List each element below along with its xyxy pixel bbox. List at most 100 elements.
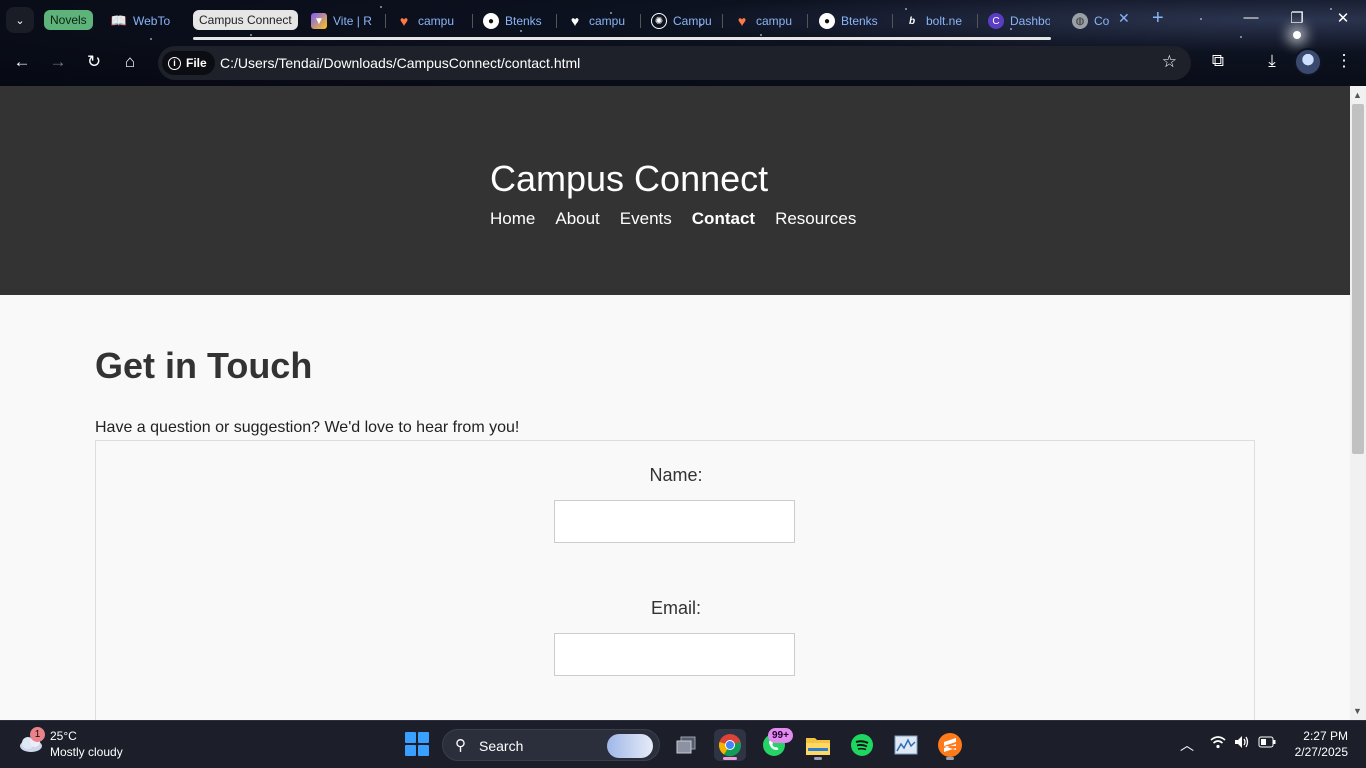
close-tab-icon[interactable]: ✕ bbox=[1118, 10, 1130, 27]
running-indicator bbox=[946, 757, 954, 760]
scheme-label: File bbox=[186, 56, 207, 70]
back-button[interactable]: ← bbox=[11, 52, 33, 72]
weather-alert-badge: 1 bbox=[30, 727, 45, 742]
browser-toolbar: ← → ↻ ⌂ i File C:/Users/Tendai/Downloads… bbox=[0, 44, 1366, 82]
tab-separator bbox=[556, 14, 557, 28]
tab-github-2[interactable]: ● Btenks bbox=[819, 10, 881, 32]
tab-separator bbox=[640, 14, 641, 28]
chrome-icon bbox=[718, 734, 742, 757]
tab-separator bbox=[385, 14, 386, 28]
page-title: Get in Touch bbox=[95, 345, 313, 386]
menu-icon[interactable]: ⋮ bbox=[1332, 51, 1356, 71]
windows-logo-icon bbox=[405, 732, 416, 743]
tab-vite[interactable]: ▼ Vite | R bbox=[311, 10, 377, 32]
tab-group-campus-connect[interactable]: Campus Connect bbox=[193, 10, 298, 30]
minimize-button[interactable]: — bbox=[1241, 9, 1261, 26]
scroll-up-arrow-icon[interactable]: ▲ bbox=[1353, 90, 1362, 100]
site-title: Campus Connect bbox=[490, 158, 769, 199]
task-view-button[interactable] bbox=[670, 729, 702, 761]
nav-home[interactable]: Home bbox=[490, 209, 535, 229]
extensions-icon[interactable]: ⧉ bbox=[1206, 51, 1230, 71]
tab-title: Dashbo bbox=[1010, 14, 1050, 28]
tab-title: Btenks bbox=[505, 14, 542, 28]
profile-avatar[interactable] bbox=[1294, 48, 1322, 76]
file-explorer-taskbar-app[interactable] bbox=[802, 729, 834, 761]
bolt-icon: b bbox=[908, 15, 916, 27]
tab-title: campu bbox=[589, 14, 626, 28]
wifi-icon[interactable] bbox=[1210, 735, 1226, 752]
download-icon[interactable]: ⤓ bbox=[1260, 51, 1284, 71]
sublime-taskbar-app[interactable] bbox=[934, 729, 966, 761]
site-header: Campus Connect Home About Events Contact… bbox=[0, 86, 1350, 295]
tab-bolt[interactable]: b bolt.ne bbox=[904, 10, 966, 32]
scroll-thumb[interactable] bbox=[1352, 104, 1364, 454]
spotify-icon bbox=[851, 734, 873, 756]
name-label: Name: bbox=[649, 465, 703, 485]
page-scrollbar[interactable]: ▲ ▼ bbox=[1350, 86, 1366, 720]
tab-dashboard[interactable]: C Dashbo bbox=[988, 10, 1050, 32]
task-view-icon bbox=[676, 736, 696, 754]
clock-time[interactable]: 2:27 PM bbox=[1303, 729, 1348, 743]
battery-icon[interactable] bbox=[1258, 735, 1276, 751]
nav-events[interactable]: Events bbox=[620, 209, 672, 229]
tab-separator bbox=[977, 14, 978, 28]
tab-separator bbox=[472, 14, 473, 28]
github-icon: ● bbox=[819, 13, 835, 29]
intro-text: Have a question or suggestion? We'd love… bbox=[95, 419, 520, 436]
tab-title: bolt.ne bbox=[926, 14, 963, 28]
tab-title: campu bbox=[418, 14, 455, 28]
url-text[interactable]: C:/Users/Tendai/Downloads/CampusConnect/… bbox=[220, 55, 580, 71]
name-field[interactable] bbox=[554, 500, 795, 543]
heart-icon: ♥ bbox=[737, 13, 747, 29]
scroll-down-arrow-icon[interactable]: ▼ bbox=[1353, 706, 1362, 716]
resource-monitor-taskbar-app[interactable] bbox=[890, 729, 922, 761]
spotify-taskbar-app[interactable] bbox=[846, 729, 878, 761]
page-viewport: Campus Connect Home About Events Contact… bbox=[0, 86, 1350, 720]
heart-icon: ♥ bbox=[399, 13, 409, 29]
monitor-graph-icon bbox=[894, 735, 918, 755]
tab-active-contact[interactable]: ◍ Co bbox=[1072, 10, 1112, 32]
chrome-taskbar-app[interactable] bbox=[714, 729, 746, 761]
forward-button[interactable]: → bbox=[47, 52, 69, 72]
openai-icon: ✺ bbox=[651, 13, 667, 29]
tab-search-button[interactable]: ⌄ bbox=[6, 7, 34, 33]
weather-condition[interactable]: Mostly cloudy bbox=[50, 745, 123, 759]
home-button[interactable]: ⌂ bbox=[119, 52, 141, 72]
volume-icon[interactable] bbox=[1234, 735, 1250, 752]
tab-group-novels[interactable]: Novels bbox=[44, 10, 93, 30]
tab-webtoon[interactable]: 📖 WebTo bbox=[111, 10, 173, 32]
search-icon: ⚲ bbox=[455, 737, 466, 754]
site-nav: Home About Events Contact Resources bbox=[490, 209, 856, 229]
globe-icon: ◍ bbox=[1072, 13, 1088, 29]
start-button[interactable] bbox=[405, 732, 429, 756]
chevron-down-icon: ⌄ bbox=[15, 14, 25, 27]
folder-icon bbox=[806, 738, 830, 755]
tab-strip: ⌄ Novels 📖 WebTo Campus Connect ▼ Vite |… bbox=[0, 0, 1366, 40]
reload-button[interactable]: ↻ bbox=[83, 52, 105, 72]
tab-campus-lovable-1[interactable]: ♥ campu bbox=[396, 10, 458, 32]
tab-campus-chatgpt[interactable]: ✺ Campu bbox=[651, 10, 713, 32]
contact-form: Name: Email: bbox=[95, 440, 1255, 720]
heart-icon: ♥ bbox=[570, 13, 580, 29]
tab-campus-2[interactable]: ♥ campu bbox=[567, 10, 629, 32]
email-field[interactable] bbox=[554, 633, 795, 676]
address-bar[interactable]: i File C:/Users/Tendai/Downloads/CampusC… bbox=[158, 46, 1191, 80]
restore-button[interactable]: ❐ bbox=[1287, 9, 1307, 27]
nav-contact[interactable]: Contact bbox=[692, 209, 755, 229]
bookmark-star-icon[interactable]: ☆ bbox=[1162, 52, 1177, 72]
tab-separator bbox=[892, 14, 893, 28]
tab-separator bbox=[722, 14, 723, 28]
nav-about[interactable]: About bbox=[555, 209, 599, 229]
site-info-chip[interactable]: i File bbox=[162, 51, 215, 75]
tab-title: Vite | R bbox=[333, 14, 372, 28]
taskbar-search[interactable]: ⚲ Search bbox=[442, 729, 660, 761]
weather-temp[interactable]: 25°C bbox=[50, 729, 77, 743]
nav-resources[interactable]: Resources bbox=[775, 209, 856, 229]
clock-date[interactable]: 2/27/2025 bbox=[1295, 745, 1348, 759]
tab-github-1[interactable]: ● Btenks bbox=[483, 10, 545, 32]
tab-campus-lovable-3[interactable]: ♥ campu bbox=[734, 10, 796, 32]
close-window-button[interactable]: ✕ bbox=[1333, 9, 1353, 27]
running-indicator bbox=[723, 757, 737, 760]
new-tab-button[interactable]: + bbox=[1152, 7, 1164, 30]
chevron-up-icon[interactable]: ︿ bbox=[1180, 735, 1194, 755]
